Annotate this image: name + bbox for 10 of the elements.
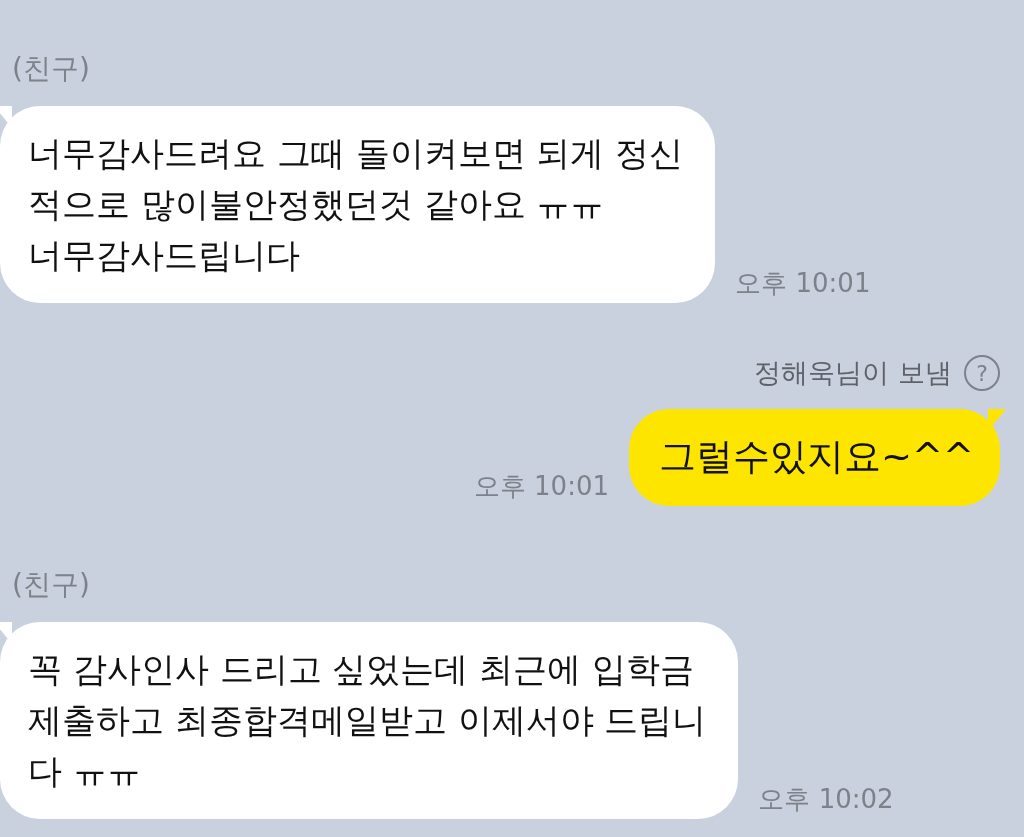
message-time: 오후 10:02 — [758, 783, 894, 816]
message-time: 오후 10:01 — [735, 267, 871, 300]
message-bubble: 너무감사드려요 그때 돌이켜보면 되게 정신 적으로 많이불안정했던것 같아요 ㅠㅠ 너무감사드립니다 — [0, 106, 716, 303]
help-icon[interactable]: ? — [964, 355, 1000, 391]
message-time: 오후 10:01 — [473, 470, 609, 503]
message-bubble: 그럴수있지요~^^ — [629, 409, 1000, 506]
sender-note: 정해욱님이 보냄 — [754, 356, 952, 390]
sender-name: (친구) — [12, 51, 90, 87]
message-bubble: 꼭 감사인사 드리고 싶었는데 최근에 입학금 제출하고 최종합격메일받고 이제서야 드립니 다 ㅠㅠ — [0, 622, 739, 819]
sender-name: (친구) — [12, 567, 90, 603]
